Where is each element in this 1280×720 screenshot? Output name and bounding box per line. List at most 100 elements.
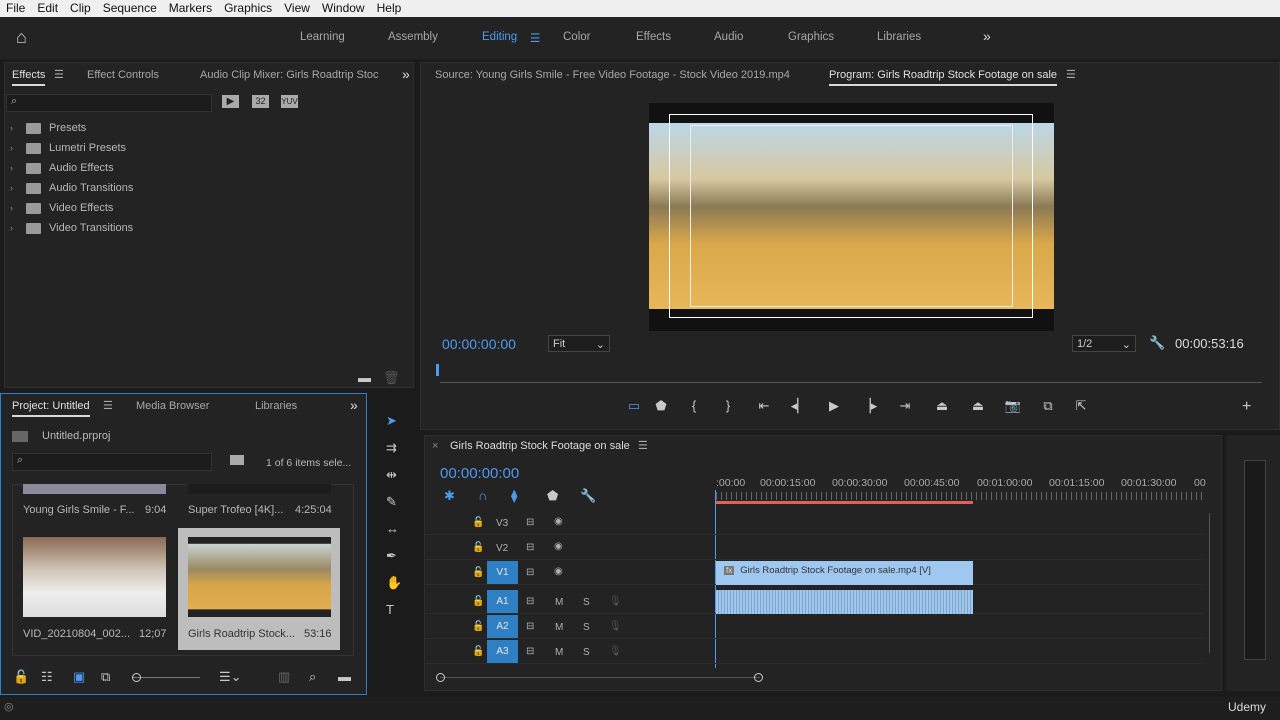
32bit-effects-icon[interactable]: 32: [252, 95, 269, 108]
microphone-icon[interactable]: 🎙: [609, 621, 622, 632]
add-button-icon[interactable]: +: [1242, 398, 1251, 416]
workspace-menu-icon[interactable]: ☰: [530, 31, 540, 45]
lock-icon[interactable]: 🔓: [13, 669, 29, 685]
panel-menu-icon[interactable]: ☰: [638, 439, 648, 452]
safe-margins-icon[interactable]: ▭: [624, 398, 644, 414]
menu-file[interactable]: File: [0, 0, 31, 17]
track-target-v1[interactable]: V1: [487, 561, 518, 584]
lock-icon[interactable]: 🔓: [472, 517, 484, 528]
share-icon[interactable]: ⇱: [1066, 398, 1096, 414]
mark-in-icon[interactable]: {: [678, 398, 710, 414]
wrench-icon[interactable]: 🔧: [580, 488, 596, 504]
lock-icon[interactable]: 🔓: [472, 542, 484, 553]
eye-icon[interactable]: ◉: [554, 516, 563, 527]
effects-folder-video-effects[interactable]: › Video Effects: [10, 202, 113, 214]
workspace-assembly[interactable]: Assembly: [388, 31, 438, 43]
workspace-graphics[interactable]: Graphics: [788, 31, 834, 43]
mute-button[interactable]: M: [555, 647, 563, 658]
timeline-timecode[interactable]: 00:00:00:00: [440, 465, 519, 482]
sync-lock-icon[interactable]: ⊟: [526, 567, 534, 578]
tab-media-browser[interactable]: Media Browser: [136, 400, 209, 412]
workspace-effects[interactable]: Effects: [636, 31, 671, 43]
solo-button[interactable]: S: [583, 647, 590, 658]
audio-clip[interactable]: [716, 590, 973, 614]
effects-search-input[interactable]: ⌕: [6, 94, 212, 112]
add-marker-icon[interactable]: ⬟: [644, 398, 678, 414]
menu-help[interactable]: Help: [371, 0, 408, 17]
tab-effects[interactable]: Effects: [12, 69, 46, 86]
accelerated-effects-icon[interactable]: ▶: [222, 95, 239, 108]
tab-effect-controls[interactable]: Effect Controls: [87, 69, 159, 81]
icon-view-icon[interactable]: ▣: [73, 669, 85, 685]
item-name[interactable]: VID_20210804_002...: [23, 628, 130, 640]
timeline-zoom-scrollbar[interactable]: [436, 673, 763, 682]
mute-button[interactable]: M: [555, 597, 563, 608]
vertical-scrollbar[interactable]: [1209, 513, 1210, 653]
zoom-fit-dropdown[interactable]: Fit ⌄: [548, 335, 610, 352]
playhead[interactable]: [436, 364, 439, 376]
step-forward-icon[interactable]: ▕▸: [852, 398, 886, 414]
mark-out-icon[interactable]: }: [710, 398, 746, 414]
mute-button[interactable]: M: [555, 622, 563, 633]
new-bin-icon[interactable]: ▬: [358, 370, 371, 385]
sync-lock-icon[interactable]: ⊟: [526, 621, 534, 632]
program-scrubber[interactable]: [440, 382, 1262, 383]
solo-button[interactable]: S: [583, 622, 590, 633]
track-target-a1[interactable]: A1: [487, 590, 518, 613]
add-marker-icon[interactable]: ⬟: [547, 488, 558, 504]
microphone-icon[interactable]: 🎙: [609, 646, 622, 657]
sort-icon[interactable]: ☰⌄: [219, 669, 242, 685]
panel-menu-icon[interactable]: ☰: [103, 399, 113, 412]
list-view-icon[interactable]: ☷: [41, 669, 53, 685]
item-name[interactable]: Super Trofeo [4K]...: [188, 504, 283, 516]
work-area-bar[interactable]: [716, 501, 973, 504]
tab-audio-clip-mixer[interactable]: Audio Clip Mixer: Girls Roadtrip Stoc: [200, 69, 380, 81]
program-timecode[interactable]: 00:00:00:00: [442, 336, 516, 352]
panel-menu-icon[interactable]: ☰: [1066, 68, 1076, 81]
effects-folder-lumetri-presets[interactable]: › Lumetri Presets: [10, 142, 126, 154]
project-search-input[interactable]: ⌕: [12, 453, 212, 471]
menu-markers[interactable]: Markers: [163, 0, 218, 17]
thumbnail[interactable]: [23, 484, 166, 494]
delete-icon[interactable]: 🗑: [383, 370, 400, 386]
tab-program-monitor[interactable]: Program: Girls Roadtrip Stock Footage on…: [829, 69, 1058, 86]
solo-button[interactable]: S: [583, 597, 590, 608]
more-tabs-icon[interactable]: »: [402, 66, 410, 82]
zoom-slider[interactable]: [132, 673, 200, 682]
menu-view[interactable]: View: [278, 0, 316, 17]
track-target-a3[interactable]: A3: [487, 640, 518, 663]
microphone-icon[interactable]: 🎙: [609, 596, 622, 607]
more-workspaces-icon[interactable]: »: [983, 28, 991, 44]
workspace-learning[interactable]: Learning: [300, 31, 345, 43]
workspace-editing[interactable]: Editing: [482, 31, 517, 43]
selection-tool-icon[interactable]: ➤: [386, 413, 397, 429]
wrench-icon[interactable]: 🔧: [1149, 335, 1165, 351]
menu-edit[interactable]: Edit: [31, 0, 64, 17]
extract-icon[interactable]: ⏏: [960, 398, 996, 414]
menu-graphics[interactable]: Graphics: [218, 0, 278, 17]
menu-window[interactable]: Window: [316, 0, 371, 17]
go-to-out-icon[interactable]: ⇥: [886, 398, 924, 414]
freeform-view-icon[interactable]: ⧉: [101, 669, 110, 685]
step-back-icon[interactable]: ◂▏: [782, 398, 816, 414]
nest-icon[interactable]: ✱: [444, 488, 455, 504]
time-ruler[interactable]: [716, 492, 1204, 500]
eye-icon[interactable]: ◉: [554, 566, 563, 577]
export-frame-icon[interactable]: 📷: [996, 398, 1030, 414]
tab-libraries[interactable]: Libraries: [255, 400, 297, 412]
menu-clip[interactable]: Clip: [64, 0, 97, 17]
sync-lock-icon[interactable]: ⊟: [526, 542, 534, 553]
thumbnail[interactable]: [188, 484, 331, 494]
slip-tool-icon[interactable]: ↔: [386, 521, 399, 536]
type-tool-icon[interactable]: T: [386, 602, 394, 617]
hand-tool-icon[interactable]: ✋: [386, 575, 402, 591]
track-target-a2[interactable]: A2: [487, 615, 518, 638]
effects-folder-audio-effects[interactable]: › Audio Effects: [10, 162, 114, 174]
eye-icon[interactable]: ◉: [554, 541, 563, 552]
comparison-view-icon[interactable]: ⧉: [1030, 398, 1066, 414]
find-icon[interactable]: ⌕: [309, 669, 316, 685]
workspace-audio[interactable]: Audio: [714, 31, 743, 43]
lock-icon[interactable]: 🔓: [472, 621, 484, 632]
go-to-in-icon[interactable]: ⇤: [746, 398, 782, 414]
linked-selection-icon[interactable]: ⧫: [511, 488, 517, 504]
